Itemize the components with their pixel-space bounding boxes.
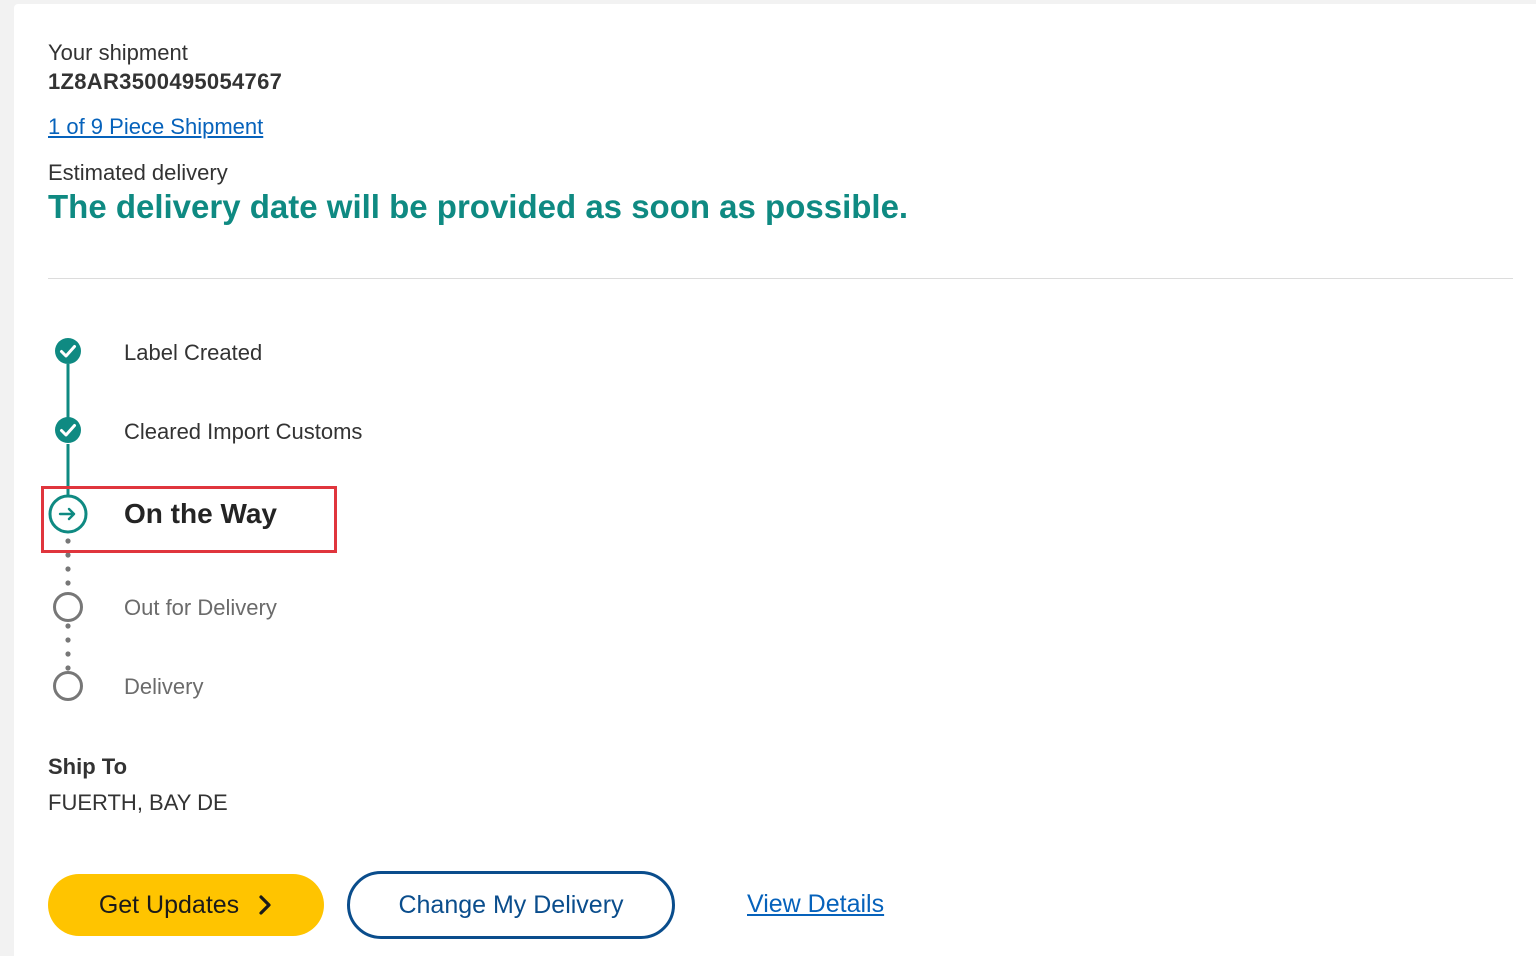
- ship-to-value: FUERTH, BAY DE: [48, 790, 228, 815]
- ship-to-label: Ship To: [48, 754, 128, 779]
- divider: [48, 278, 1513, 279]
- step-out-for-delivery: Out for Delivery: [124, 595, 277, 620]
- empty-circle-icon: [53, 592, 83, 622]
- empty-circle-icon: [53, 671, 83, 701]
- view-details-link[interactable]: View Details: [747, 890, 884, 919]
- piece-shipment-link[interactable]: 1 of 9 Piece Shipment: [48, 114, 263, 140]
- tracking-number: 1Z8AR3500495054767: [48, 69, 283, 94]
- step-cleared-customs: Cleared Import Customs: [124, 419, 363, 444]
- change-delivery-button[interactable]: Change My Delivery: [347, 871, 675, 939]
- change-delivery-label: Change My Delivery: [398, 890, 624, 919]
- estimated-delivery-label: Estimated delivery: [48, 160, 228, 185]
- check-circle-icon: [55, 338, 81, 364]
- step-label-created: Label Created: [124, 340, 263, 365]
- get-updates-button[interactable]: Get Updates: [48, 874, 324, 936]
- chevron-right-icon: [259, 895, 271, 915]
- shipment-label: Your shipment: [48, 40, 188, 65]
- get-updates-label: Get Updates: [98, 890, 240, 919]
- check-circle-icon: [55, 417, 81, 443]
- shipment-card: Your shipment 1Z8AR3500495054767 1 of 9 …: [14, 4, 1536, 956]
- current-step-highlight: [41, 486, 337, 553]
- estimated-delivery-message: The delivery date will be provided as so…: [48, 188, 909, 225]
- step-delivery: Delivery: [124, 674, 204, 699]
